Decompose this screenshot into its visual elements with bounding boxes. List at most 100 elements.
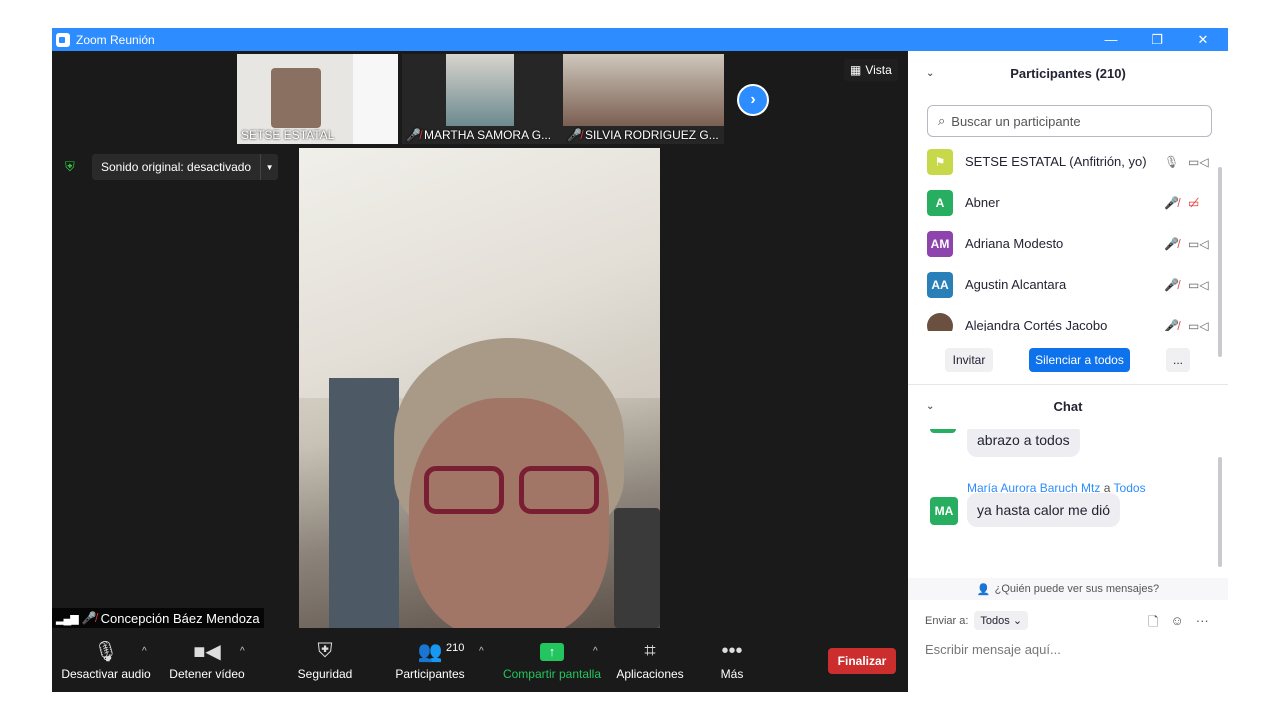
more-button[interactable]: ••• Más <box>712 628 752 692</box>
mic-muted-icon: 🎤̸ <box>406 128 421 142</box>
participant-list: ⚑ SETSE ESTATAL (Anfitrión, yo) 🎙 ▭◁ A A… <box>908 141 1218 331</box>
restore-button[interactable]: ❐ <box>1134 28 1180 51</box>
video-camera-icon[interactable]: ▭◁ <box>1188 155 1209 169</box>
participant-row[interactable]: AA Agustin Alcantara 🎤̸ ▭◁ <box>908 264 1218 305</box>
meeting-toolbar: 🎙 Desactivar audio ^ ■◀ Detener vídeo ^ … <box>52 628 908 692</box>
participant-row[interactable]: Alejandra Cortés Jacobo 🎤̸ ▭◁ <box>908 305 1218 331</box>
chevron-down-icon[interactable]: ⌄ <box>926 401 934 412</box>
original-sound-label: Sonido original: desactivado <box>101 160 252 174</box>
chevron-right-icon[interactable]: › <box>737 84 769 116</box>
avatar <box>930 429 956 433</box>
share-screen-icon: ↑ <box>540 642 564 661</box>
video-camera-icon: ■◀ <box>193 641 221 663</box>
recipient-name[interactable]: Todos <box>1114 481 1146 495</box>
share-screen-button[interactable]: ↑ Compartir pantalla <box>500 628 604 692</box>
video-camera-icon[interactable]: ▭◁ <box>1188 319 1209 332</box>
participants-header: ⌄ Participantes (210) <box>908 53 1228 93</box>
chevron-down-icon[interactable]: ⌄ <box>926 68 934 79</box>
participants-label: Participantes <box>395 666 465 681</box>
video-camera-icon[interactable]: ▭◁ <box>1188 278 1209 292</box>
file-icon[interactable]: 🗋 <box>1148 613 1158 635</box>
participant-name: Alejandra Cortés Jacobo <box>965 318 1108 331</box>
send-to-value: Todos <box>980 615 1010 627</box>
chat-message: ya hasta calor me dió <box>967 493 1121 527</box>
emoji-icon[interactable]: ☺ <box>1170 613 1183 635</box>
chat-message: abrazo a todos <box>967 429 1080 457</box>
background-speaker <box>614 508 660 628</box>
security-button[interactable]: ⛨ Seguridad <box>290 628 360 692</box>
person-info-icon: 👤 <box>976 583 991 596</box>
thumbnail-name: 🎤̸ SILVIA RODRIGUEZ G... <box>567 128 719 142</box>
microphone-icon: 🎙 <box>93 641 119 663</box>
end-meeting-button[interactable]: Finalizar <box>828 648 896 674</box>
glasses-left <box>424 466 504 514</box>
stop-video-button[interactable]: ■◀ Detener vídeo <box>168 628 246 692</box>
chat-title: Chat <box>1053 398 1083 414</box>
mic-muted-icon[interactable]: 🎤̸ <box>1164 278 1179 292</box>
video-thumbnail[interactable]: 🎤̸ MARTHA SAMORA G... <box>402 54 563 144</box>
title-bar: Zoom Reunión — ❐ ✕ <box>52 28 1228 51</box>
chevron-up-icon[interactable]: ^ <box>479 646 484 657</box>
chevron-down-icon[interactable]: ▼ <box>260 154 278 180</box>
participants-count: 210 <box>446 642 465 654</box>
participant-search-input[interactable]: ⌕ Buscar un participante <box>927 105 1212 137</box>
chevron-up-icon[interactable]: ^ <box>142 646 147 657</box>
more-options-button[interactable]: ... <box>1166 348 1190 372</box>
video-thumbnail[interactable]: 🎤̸ SILVIA RODRIGUEZ G... <box>563 54 724 144</box>
ellipsis-icon[interactable]: ··· <box>1196 613 1209 635</box>
mute-label: Desactivar audio <box>61 666 151 681</box>
participant-name: SETSE ESTATAL (Anfitrión, yo) <box>965 154 1147 169</box>
chat-message-input[interactable]: Escribir mensaje aquí... <box>925 642 1061 657</box>
mute-button[interactable]: 🎙 Desactivar audio <box>61 628 151 692</box>
send-to-select[interactable]: Todos ⌄ <box>974 611 1029 630</box>
send-to-row: Enviar a: Todos ⌄ <box>925 611 1029 630</box>
participants-button[interactable]: 👥 Participantes <box>392 628 468 692</box>
avatar <box>927 312 953 331</box>
zoom-window: Zoom Reunión — ❐ ✕ SETSE ESTATAL 🎤̸ MARTH… <box>52 28 1228 692</box>
avatar: MA <box>930 497 958 525</box>
participant-row[interactable]: AM Adriana Modesto 🎤̸ ▭◁ <box>908 223 1218 264</box>
apps-button[interactable]: ⌗ Aplicaciones <box>614 628 686 692</box>
close-button[interactable]: ✕ <box>1180 28 1226 51</box>
thumbnail-name: 🎤̸ MARTHA SAMORA G... <box>406 128 552 142</box>
view-button[interactable]: ▦ Vista <box>844 59 898 81</box>
shield-check-icon[interactable]: ⛨ <box>65 159 79 174</box>
mic-muted-icon[interactable]: 🎤̸ <box>1164 196 1179 210</box>
mic-muted-icon: 🎤̸ <box>567 128 582 142</box>
avatar: AA <box>927 271 953 298</box>
microphone-icon[interactable]: 🎙 <box>1164 155 1179 169</box>
chat-messages: abrazo a todos María Aurora Baruch Mtz a… <box>908 429 1218 549</box>
side-panel: ⌄ Participantes (210) ⌕ Buscar un partic… <box>908 51 1228 692</box>
active-speaker-video <box>299 148 660 628</box>
video-off-icon[interactable]: ▭̸ <box>1188 196 1199 210</box>
original-sound-toggle[interactable]: Sonido original: desactivado ▼ <box>92 154 279 180</box>
who-can-see-label: ¿Quién puede ver sus mensajes? <box>994 583 1160 595</box>
chevron-up-icon[interactable]: ^ <box>240 646 245 657</box>
mute-all-button[interactable]: Silenciar a todos <box>1029 348 1130 372</box>
participant-row[interactable]: A Abner 🎤̸ ▭̸ <box>908 182 1218 223</box>
invite-button[interactable]: Invitar <box>945 348 993 372</box>
speaker-name: Concepción Báez Mendoza <box>100 610 260 626</box>
zoom-logo-icon <box>56 32 70 47</box>
participant-video <box>271 68 321 128</box>
video-thumbnail[interactable]: SETSE ESTATAL <box>237 54 398 144</box>
participant-row[interactable]: ⚑ SETSE ESTATAL (Anfitrión, yo) 🎙 ▭◁ <box>908 141 1218 182</box>
participant-name: Abner <box>965 195 1000 210</box>
video-camera-icon[interactable]: ▭◁ <box>1188 237 1209 251</box>
chat-scrollbar[interactable] <box>1218 457 1222 567</box>
participants-icon: 👥 <box>417 641 443 663</box>
who-can-see-messages[interactable]: 👤 ¿Quién puede ver sus mensajes? <box>908 578 1228 600</box>
mic-muted-icon[interactable]: 🎤̸ <box>1164 319 1179 332</box>
document-preview <box>353 54 398 144</box>
mic-muted-icon[interactable]: 🎤̸ <box>1164 237 1179 251</box>
security-label: Seguridad <box>297 666 353 681</box>
search-placeholder: Buscar un participante <box>951 113 1081 129</box>
search-icon: ⌕ <box>938 113 946 128</box>
active-speaker-name-tag: ▂▄▆ 🎤̸ Concepción Báez Mendoza <box>52 608 264 628</box>
apps-icon: ⌗ <box>644 640 656 662</box>
chevron-up-icon[interactable]: ^ <box>593 646 598 657</box>
minimize-button[interactable]: — <box>1088 28 1134 51</box>
thumbnail-name: SETSE ESTATAL <box>241 128 335 142</box>
chat-actions: 🗋 ☺ ··· <box>1148 613 1209 635</box>
participant-list-scrollbar[interactable] <box>1218 167 1222 357</box>
